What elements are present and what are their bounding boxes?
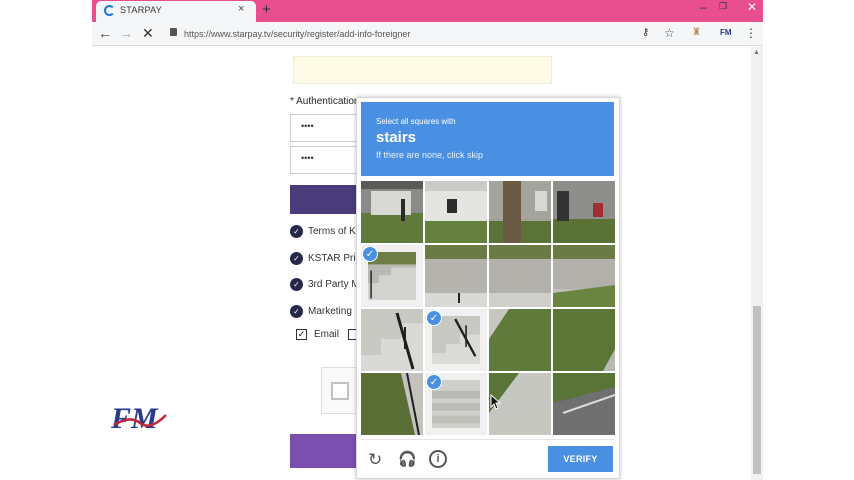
tile-image [361,373,423,435]
captcha-tile[interactable] [489,181,551,243]
maximize-button[interactable]: ❐ [719,1,727,12]
tile-image [361,181,423,243]
tile-image [553,245,615,307]
captcha-tile-selected[interactable]: ✓ [361,245,423,307]
captcha-tile[interactable] [553,373,615,435]
captcha-subtext: If there are none, click skip [376,150,484,160]
reload-icon[interactable]: ↻ [368,450,382,470]
check-circle-icon: ✓ [290,305,303,318]
email-label: Email [314,329,340,340]
authentication-label: * Authentication [290,96,360,107]
tile-image [489,181,551,243]
check-circle-icon: ✓ [290,278,303,291]
new-tab-button[interactable]: + [262,1,271,18]
address-bar[interactable]: https://www.starpay.tv/security/register… [184,29,410,39]
captcha-tile[interactable] [553,309,615,371]
scrollbar-thumb[interactable] [753,306,761,474]
tile-image [553,309,615,371]
selected-check-icon: ✓ [362,246,378,262]
watermark-text: FM [110,402,159,433]
captcha-tile[interactable] [425,181,487,243]
agree-label: Terms of K [308,226,356,237]
key-icon[interactable]: ⚷ [642,27,649,38]
tile-image [425,245,487,307]
window-close-button[interactable]: ✕ [741,0,763,20]
info-icon[interactable]: i [429,450,447,468]
recaptcha-checkbox[interactable] [331,382,349,400]
loading-spinner-icon [104,5,115,16]
bookmark-star-icon[interactable]: ☆ [664,26,675,40]
password-mask: •••• [301,121,314,131]
tile-image [553,181,615,243]
captcha-keyword: stairs [376,129,417,146]
agree-label: Marketing [308,306,352,317]
captcha-tile-selected[interactable]: ✓ [425,309,487,371]
captcha-tile[interactable] [425,245,487,307]
right-margin [763,0,854,480]
scroll-up-arrow-icon[interactable]: ▲ [753,49,760,56]
email-checkbox[interactable]: ✓ [296,329,307,340]
tab-close-icon[interactable]: × [238,3,244,15]
tile-image [361,309,423,371]
mouse-cursor-icon [490,394,502,410]
tile-image [425,181,487,243]
forward-button[interactable]: → [119,25,133,41]
selected-check-icon: ✓ [426,310,442,326]
verify-button[interactable]: VERIFY [548,446,613,472]
password-confirm-mask: •••• [301,153,314,163]
browser-menu-icon[interactable]: ⋮ [745,26,757,40]
captcha-tile[interactable] [361,373,423,435]
captcha-tile[interactable] [361,309,423,371]
tab-title: STARPAY [120,5,163,15]
tile-image [489,309,551,371]
fm-extension-icon[interactable]: FM [720,28,732,37]
captcha-tile-selected[interactable]: ✓ [425,373,487,435]
tile-image [489,245,551,307]
captcha-tile[interactable] [361,181,423,243]
left-margin [0,0,92,480]
check-circle-icon: ✓ [290,225,303,238]
selected-check-icon: ✓ [426,374,442,390]
headphones-icon[interactable]: 🎧 [398,450,417,468]
minimize-button[interactable]: – [700,0,707,14]
captcha-tile[interactable] [489,245,551,307]
lock-icon[interactable] [170,28,177,36]
agree-label: KSTAR Priv [308,253,361,264]
fm-watermark-logo: FM [110,402,167,433]
submit-button[interactable] [290,434,360,468]
back-button[interactable]: ← [98,25,112,41]
name-input[interactable] [293,56,552,84]
captcha-tile[interactable] [553,181,615,243]
agree-label: 3rd Party M [308,279,360,290]
captcha-footer-divider [361,439,614,440]
check-circle-icon: ✓ [290,252,303,265]
extension-icon[interactable]: ♜ [692,27,701,38]
tile-image [553,373,615,435]
stop-loading-button[interactable]: ✕ [142,25,154,42]
captcha-instruction: Select all squares with [376,117,456,126]
captcha-tile[interactable] [489,309,551,371]
captcha-tile[interactable] [553,245,615,307]
